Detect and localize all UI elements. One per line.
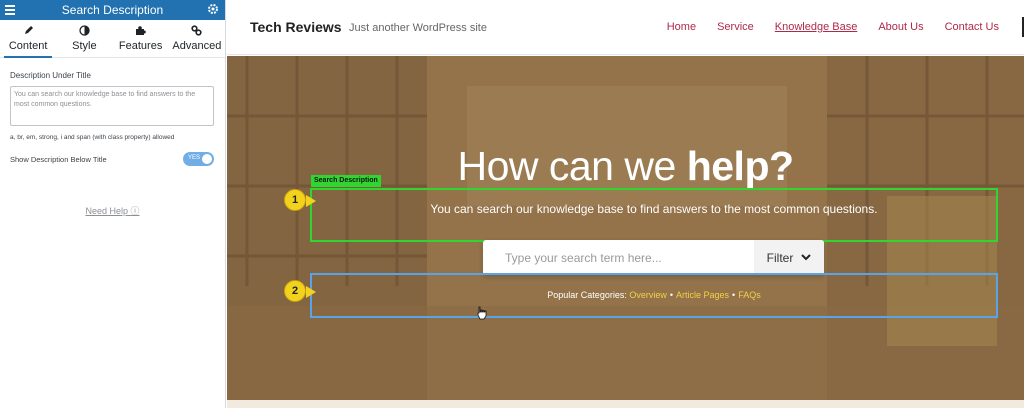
toggle-knob <box>202 154 212 164</box>
category-overview[interactable]: Overview <box>629 290 667 300</box>
field-label: Description Under Title <box>10 71 91 80</box>
need-help-link[interactable]: Need Help ⓘ <box>0 204 225 217</box>
chevron-down-icon <box>801 254 812 261</box>
contrast-icon <box>79 25 90 36</box>
toggle-label: Show Description Below Title <box>10 154 107 164</box>
hero-section: How can we help? Search Description You … <box>227 56 1024 400</box>
mouse-pointer-icon <box>477 306 487 320</box>
hero-bottom-edge <box>227 400 1024 408</box>
toggle-row: Show Description Below Title YES <box>10 152 214 166</box>
main-nav: Home Service Knowledge Base About Us Con… <box>667 21 999 33</box>
callout-arrow-2 <box>306 286 316 298</box>
search-description-tag: Search Description <box>311 175 381 187</box>
callout-arrow-1 <box>306 195 316 207</box>
site-preview: Tech Reviews Just another WordPress site… <box>227 0 1024 408</box>
panel-tabs: Content Style Features Advanced <box>0 20 225 58</box>
gear-icon[interactable] <box>207 3 219 15</box>
callout-badge-2: 2 <box>284 280 306 302</box>
search-input[interactable] <box>483 240 754 275</box>
panel-title: Search Description <box>61 3 164 17</box>
category-article-pages[interactable]: Article Pages <box>676 290 729 300</box>
tab-label: Features <box>118 40 163 52</box>
tab-content[interactable]: Content <box>0 20 56 58</box>
search-description: You can search our knowledge base to fin… <box>430 202 878 216</box>
filter-button[interactable]: Filter <box>754 240 824 275</box>
toggle-state: YES <box>188 155 201 161</box>
site-tagline: Just another WordPress site <box>349 22 487 34</box>
site-header: Tech Reviews Just another WordPress site… <box>227 0 1024 55</box>
tab-label: Advanced <box>172 40 222 52</box>
category-faqs[interactable]: FAQs <box>738 290 761 300</box>
hero-title-regular: How can we <box>457 143 676 189</box>
popular-categories: Popular Categories: Overview • Article Pag… <box>312 290 996 300</box>
panel-header: Search Description <box>0 0 225 20</box>
nav-home[interactable]: Home <box>667 21 696 33</box>
show-description-toggle[interactable]: YES <box>183 152 214 166</box>
nav-about-us[interactable]: About Us <box>878 21 923 33</box>
callout-badge-1: 1 <box>284 189 306 211</box>
gears-icon <box>191 25 202 36</box>
separator-dot: • <box>732 290 736 300</box>
nav-contact-us[interactable]: Contact Us <box>945 21 999 33</box>
editor-panel: Search Description Content Style Feature… <box>0 0 226 408</box>
filter-label: Filter <box>766 250 794 265</box>
menu-icon[interactable] <box>5 3 15 17</box>
site-title[interactable]: Tech Reviews <box>250 19 342 35</box>
search-bar: Filter <box>483 240 824 275</box>
nav-service[interactable]: Service <box>717 21 754 33</box>
tab-advanced[interactable]: Advanced <box>169 20 225 57</box>
field-hint: a, br, em, strong, i and span (with clas… <box>10 134 175 141</box>
separator-dot: • <box>669 290 674 300</box>
tab-style[interactable]: Style <box>56 20 112 57</box>
nav-knowledge-base[interactable]: Knowledge Base <box>775 21 858 33</box>
description-textarea[interactable]: You can search our knowledge base to fin… <box>10 86 214 126</box>
hero-title-bold: help? <box>686 143 794 189</box>
puzzle-icon <box>136 26 146 35</box>
pencil-icon <box>24 26 33 34</box>
popular-prefix: Popular Categories: <box>547 290 627 300</box>
tab-label: Style <box>72 40 97 52</box>
tab-label: Content <box>8 40 48 52</box>
tab-features[interactable]: Features <box>113 20 169 57</box>
